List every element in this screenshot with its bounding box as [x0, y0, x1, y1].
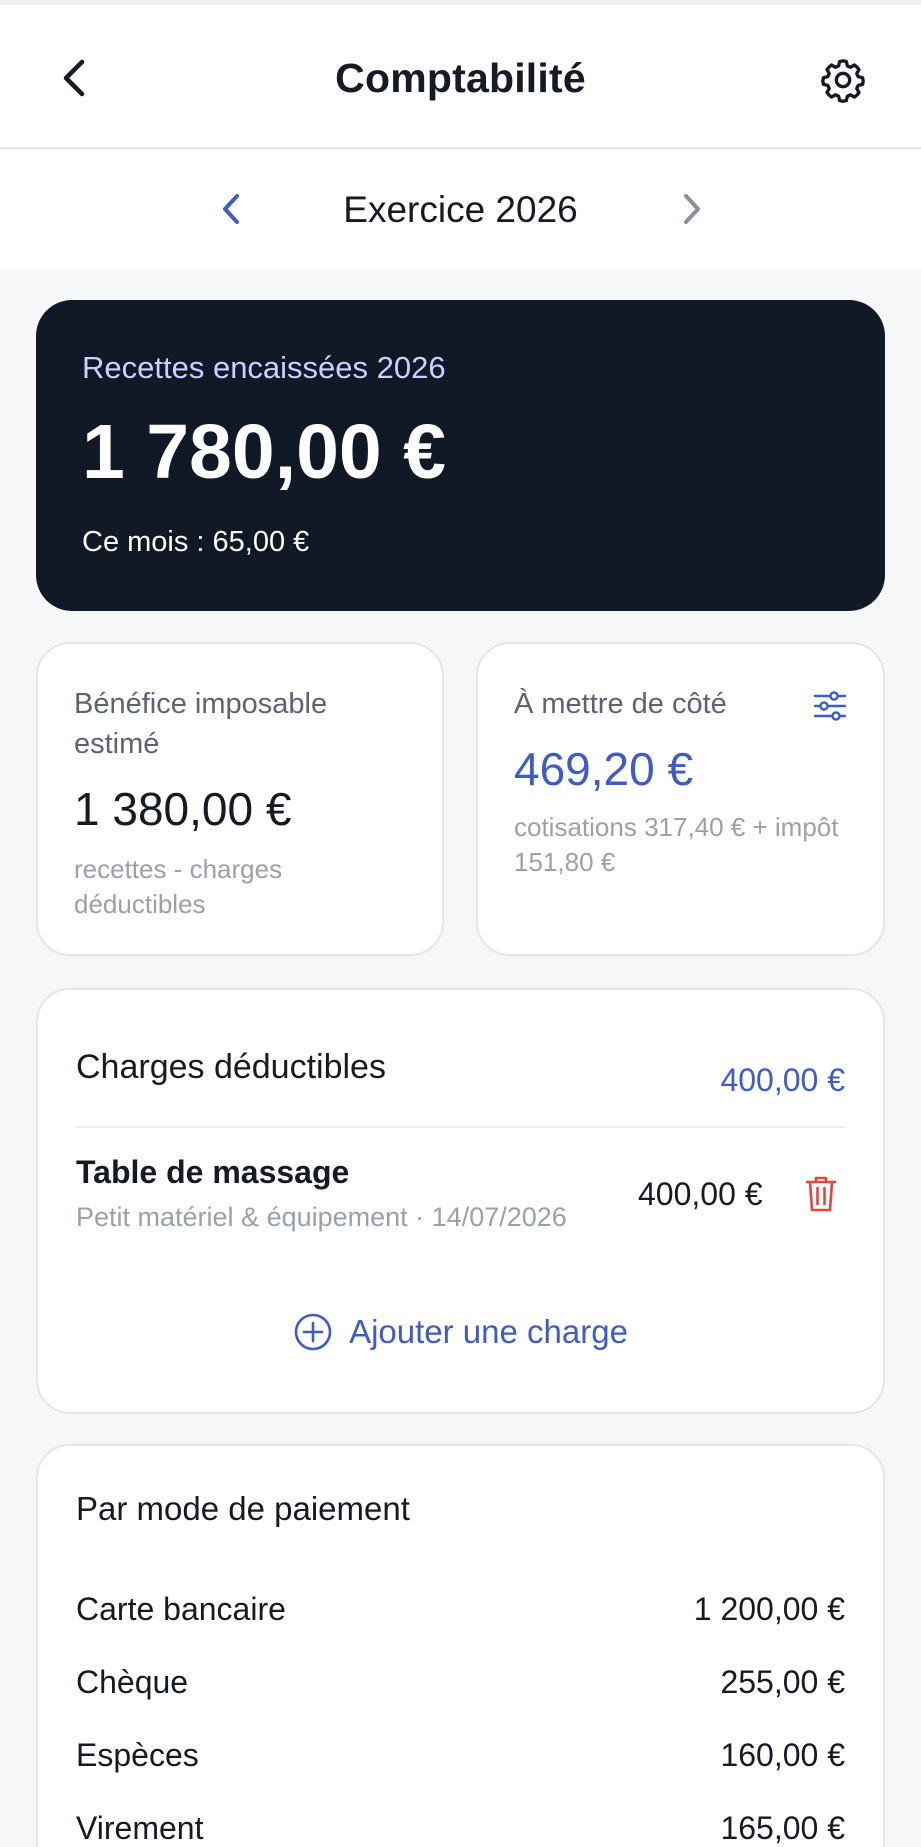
- gear-icon: [821, 59, 865, 103]
- payment-row-cheque: Chèque 255,00 €: [76, 1664, 845, 1706]
- add-charge-label: Ajouter une charge: [349, 1313, 628, 1350]
- year-label: Exercice 2026: [343, 189, 578, 230]
- set-aside-card[interactable]: À mettre de côté 469,20 € cotisations 31…: [476, 642, 885, 956]
- taxable-benefit-label: Bénéfice imposable estimé: [74, 688, 328, 760]
- delete-charge-button[interactable]: [804, 1174, 838, 1214]
- year-selector: Exercice 2026: [0, 151, 921, 269]
- app-header: Comptabilité: [0, 5, 921, 149]
- page-title: Comptabilité: [335, 55, 586, 101]
- payment-row-cash: Espèces 160,00 €: [76, 1737, 845, 1779]
- revenue-amount: 1 780,00 €: [82, 409, 446, 495]
- payment-mode-name: Carte bancaire: [76, 1591, 286, 1627]
- chevron-right-icon: [684, 194, 700, 224]
- charge-item-meta: Petit matériel & équipement · 14/07/2026: [76, 1202, 567, 1232]
- taxable-benefit-value: 1 380,00 €: [74, 783, 292, 835]
- payment-mode-name: Espèces: [76, 1737, 199, 1773]
- payment-mode-amount: 1 200,00 €: [693, 1591, 845, 1627]
- charge-item-amount: 400,00 €: [638, 1176, 763, 1212]
- charge-item-name[interactable]: Table de massage: [76, 1154, 349, 1191]
- payment-mode-amount: 160,00 €: [720, 1737, 845, 1773]
- payment-row-transfer: Virement 165,00 €: [76, 1810, 845, 1847]
- taxable-benefit-note: recettes - charges déductibles: [74, 854, 283, 919]
- set-aside-settings-button[interactable]: [812, 688, 848, 724]
- payment-mode-amount: 165,00 €: [720, 1810, 845, 1846]
- revenue-month: Ce mois : 65,00 €: [82, 526, 310, 558]
- payment-modes-card: Par mode de paiement Carte bancaire 1 20…: [36, 1444, 885, 1847]
- payment-row-card: Carte bancaire 1 200,00 €: [76, 1591, 845, 1633]
- sliders-icon: [813, 691, 847, 721]
- payment-mode-name: Virement: [76, 1810, 204, 1846]
- charges-heading: Charges déductibles: [76, 1048, 386, 1086]
- revenue-label: Recettes encaissées 2026: [82, 350, 446, 385]
- set-aside-value: 469,20 €: [514, 743, 694, 795]
- divider: [76, 1126, 845, 1128]
- set-aside-label: À mettre de côté: [514, 688, 727, 720]
- plus-circle-icon: [294, 1313, 332, 1351]
- set-aside-note: cotisations 317,40 € + impôt 151,80 €: [514, 812, 839, 877]
- payment-modes-heading: Par mode de paiement: [76, 1490, 410, 1527]
- deductible-charges-card: Charges déductibles 400,00 € Table de ma…: [36, 988, 885, 1414]
- settings-button[interactable]: [818, 55, 868, 105]
- charges-total: 400,00 €: [720, 1062, 845, 1098]
- taxable-benefit-card: Bénéfice imposable estimé 1 380,00 € rec…: [36, 642, 444, 956]
- next-year-button[interactable]: [677, 189, 707, 229]
- trash-icon: [805, 1176, 837, 1212]
- add-charge-button[interactable]: Ajouter une charge: [38, 1312, 883, 1352]
- revenue-summary-card: Recettes encaissées 2026 1 780,00 € Ce m…: [36, 300, 885, 611]
- payment-mode-amount: 255,00 €: [720, 1664, 845, 1700]
- payment-mode-name: Chèque: [76, 1664, 189, 1700]
